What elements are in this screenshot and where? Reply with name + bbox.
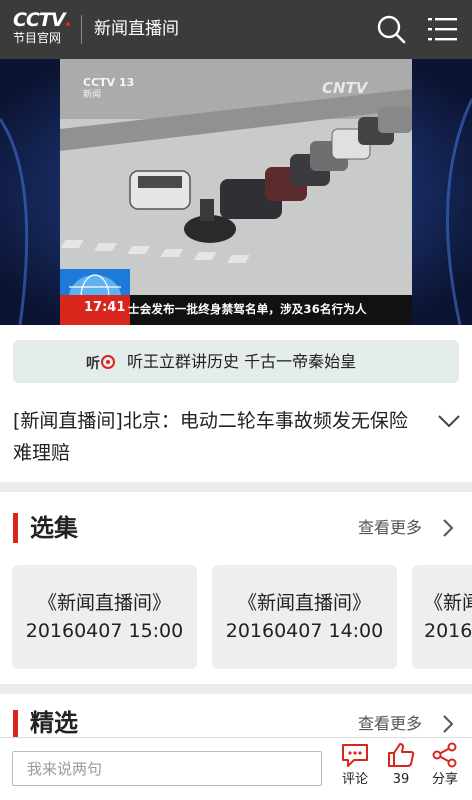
chevron-down-icon [438,415,460,428]
page-title: 新闻直播间 [94,19,179,39]
cctv-logo[interactable]: CCTV. 节目官网 [13,11,75,47]
chevron-right-icon[interactable] [440,713,456,735]
share-label: 分享 [431,772,458,787]
logo-mark-text: CCTV [13,9,66,31]
thumbs-up-icon [388,743,415,767]
episode-title: 《新闻直播间》 [37,592,171,614]
like-button[interactable]: 39 [383,742,419,798]
share-button[interactable]: 分享 [427,742,463,798]
comment-icon [342,744,368,767]
menu-icon [428,18,457,41]
comment-button[interactable]: 评论 [337,742,373,798]
expand-toggle[interactable] [436,412,462,430]
episode-title: 《新闻直播间》 [237,592,371,614]
top-header: CCTV. 节目官网 新闻直播间 [0,0,472,59]
episode-time: 20160407 14:00 [225,620,384,642]
video-player[interactable]: CCTV 13 新闻 CNTV 17:41 士会发布一批终身禁驾名单，涉及36名… [0,59,472,325]
picks-title: 精选 [30,709,78,737]
episode-time: 20160407 13:00 [424,620,472,642]
episode-time: 20160407 15:00 [25,620,184,642]
search-icon [377,15,406,44]
like-count: 39 [392,772,410,787]
globe-icon [60,269,130,297]
channel-subtitle: 新闻 [83,90,102,100]
promo-text: 听王立群讲历史 千古一帝秦始皇 [127,352,357,371]
episodes-title: 选集 [30,514,78,542]
comment-input[interactable] [12,751,322,786]
picks-more-link[interactable]: 查看更多 [358,712,422,736]
search-button[interactable] [374,12,408,46]
logo-mark: CCTV. [13,11,75,30]
channel-number: CCTV 13 [83,76,135,89]
share-icon [432,742,457,768]
comment-label: 评论 [341,772,368,787]
ticker-text: 士会发布一批终身禁驾名单，涉及36名行为人 [128,302,367,316]
menu-button[interactable] [426,12,460,46]
episode-card[interactable]: 《新闻直播间》 20160407 15:00 [12,565,197,669]
episode-card[interactable]: 《新闻直播间》 20160407 13:00 [412,565,472,669]
episode-card[interactable]: 《新闻直播间》 20160407 14:00 [212,565,397,669]
news-title: [新闻直播间]北京：电动二轮车事故频发无保险难理赔 [13,410,408,464]
episodes-more-link[interactable]: 查看更多 [358,516,422,540]
channel-logo: CCTV 13 新闻 [83,77,134,101]
episode-title: 《新闻直播间》 [424,592,472,614]
section-accent [13,513,18,543]
section-accent [13,710,18,740]
ticker-time: 17:41 [84,300,126,315]
chevron-right-icon[interactable] [440,517,456,539]
logo-dot: . [64,9,72,31]
logo-subtitle: 节目官网 [13,31,62,45]
cntv-watermark: CNTV [322,79,368,97]
listen-icon: 听 [86,355,115,371]
header-divider [81,15,82,44]
svg-text:听: 听 [86,355,100,371]
